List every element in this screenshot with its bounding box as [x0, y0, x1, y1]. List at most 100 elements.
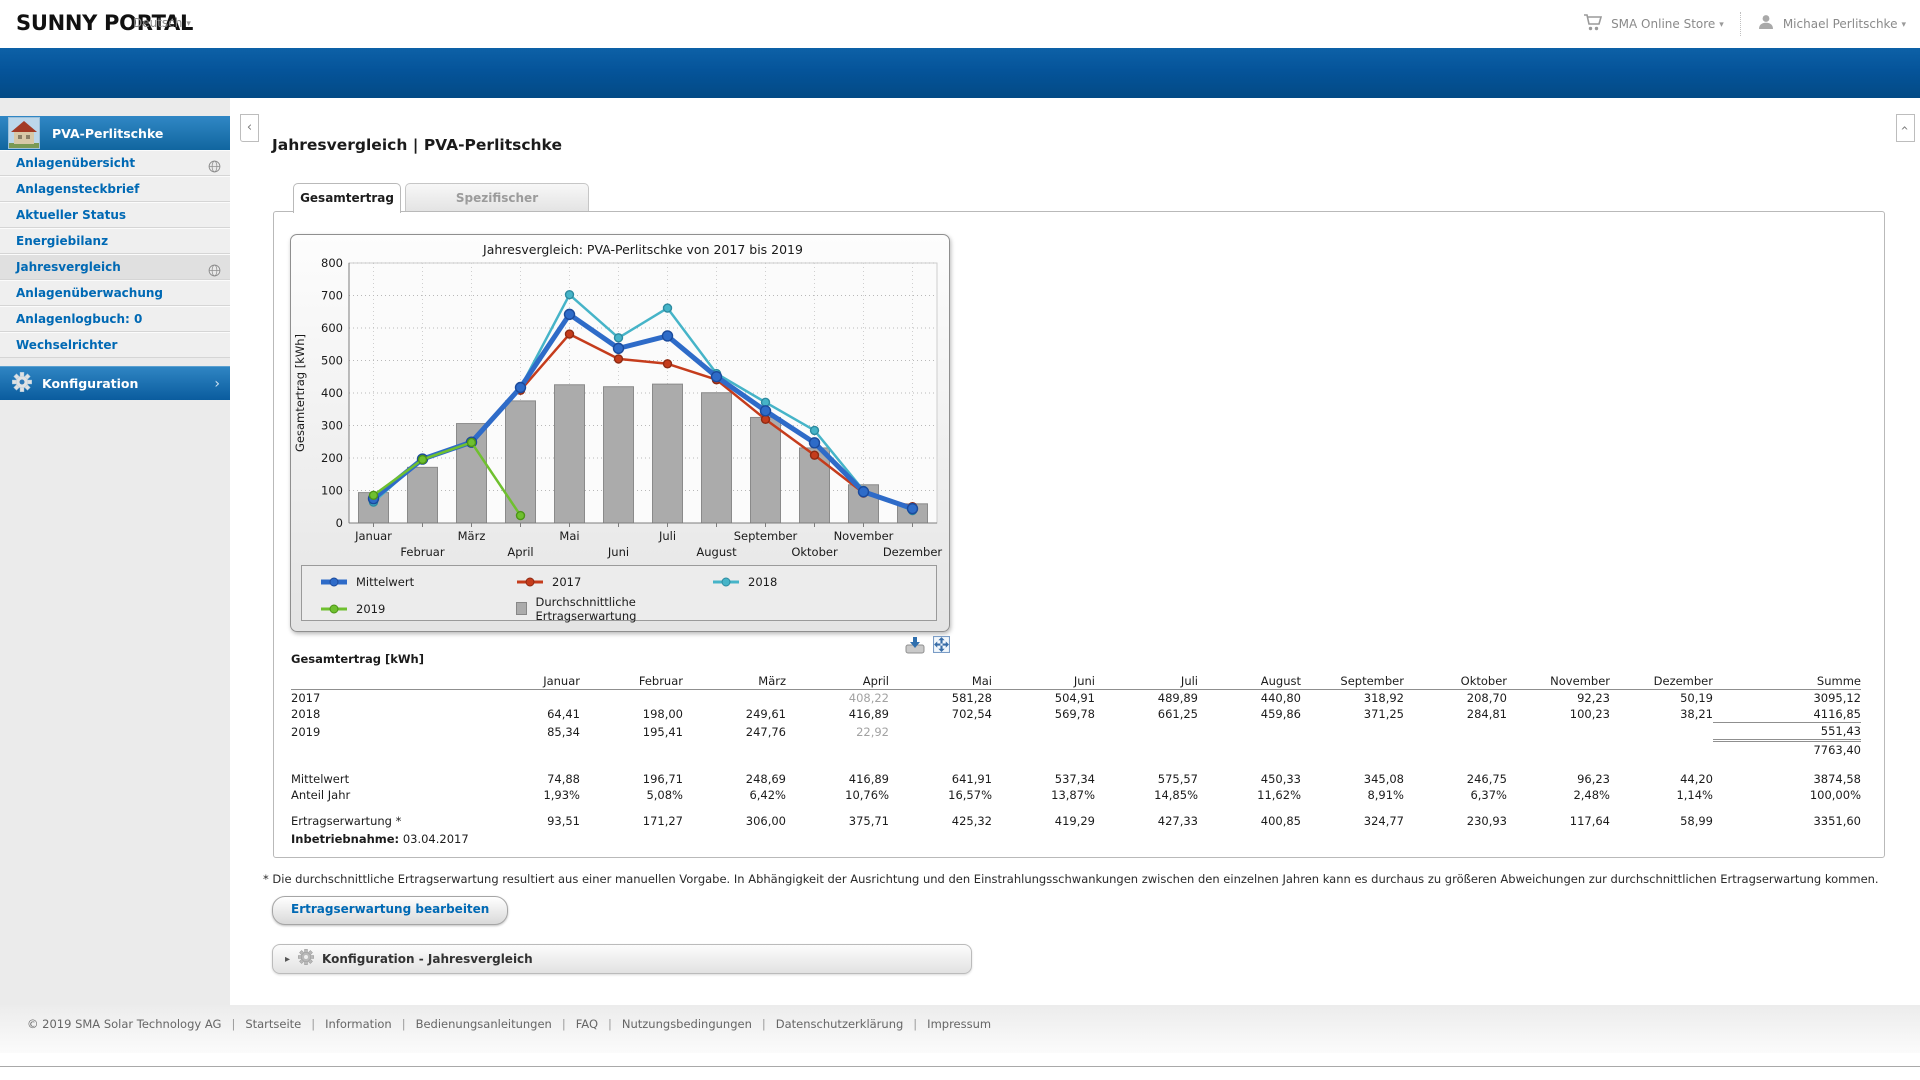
table-cell: 14,85%: [1095, 787, 1198, 803]
svg-text:April: April: [507, 545, 533, 559]
table-column-header: Februar: [580, 672, 683, 690]
svg-text:Februar: Februar: [400, 545, 444, 559]
svg-text:300: 300: [321, 419, 343, 433]
table-cell: 230,93: [1404, 813, 1507, 829]
table-cell: [580, 741, 683, 759]
table-cell: 7763,40: [1713, 741, 1861, 759]
table-cell: 425,32: [889, 813, 992, 829]
table-cell: [1404, 723, 1507, 741]
footer-separator: |: [311, 1017, 315, 1031]
sidebar-item-aktueller-status[interactable]: Aktueller Status: [0, 202, 230, 228]
footer-link-bedienungsanleitungen[interactable]: Bedienungsanleitungen: [416, 1017, 552, 1031]
tab-spezifischer-anlagenertrag[interactable]: Spezifischer Anlagenertrag: [405, 183, 589, 212]
top-bar-separator: [1740, 12, 1741, 36]
table-cell: 400,85: [1198, 813, 1301, 829]
table-cell: 306,00: [683, 813, 786, 829]
table-cell: 196,71: [580, 771, 683, 787]
table-cell: 100,00%: [1713, 787, 1861, 803]
legend-item-2019: 2019: [320, 600, 516, 618]
table-cell: [683, 741, 786, 759]
footer-separator: |: [402, 1017, 406, 1031]
sidebar-collapse-button[interactable]: ‹: [240, 114, 259, 142]
sidebar-item-energiebilanz[interactable]: Energiebilanz: [0, 228, 230, 254]
sidebar-item-label: Energiebilanz: [16, 234, 108, 248]
language-dropdown[interactable]: Deutsch▾: [133, 16, 191, 30]
sidebar-item-konfiguration[interactable]: Konfiguration ›: [0, 366, 230, 400]
sidebar-item-label: Wechselrichter: [16, 338, 117, 352]
table-row-mittelwert: Mittelwert74,88196,71248,69416,89641,915…: [291, 771, 1861, 787]
legend-item-2017: 2017: [516, 573, 712, 591]
table-cell: [1301, 723, 1404, 741]
footer-link-datenschutzerkl-rung[interactable]: Datenschutzerklärung: [776, 1017, 904, 1031]
table-cell: [1610, 741, 1713, 759]
svg-text:100: 100: [321, 484, 343, 498]
table-cell: 569,78: [992, 706, 1095, 723]
svg-text:Oktober: Oktober: [791, 545, 838, 559]
sidebar-plant-header[interactable]: PVA-Perlitschke: [0, 116, 230, 150]
table-cell: 440,80: [1198, 690, 1301, 707]
sidebar-item-jahresvergleich[interactable]: Jahresvergleich: [0, 254, 230, 280]
footer-separator: |: [562, 1017, 566, 1031]
footer-link-impressum[interactable]: Impressum: [927, 1017, 991, 1031]
sidebar-item-wechselrichter[interactable]: Wechselrichter: [0, 332, 230, 358]
table-cell: 371,25: [1301, 706, 1404, 723]
footer: © 2019 SMA Solar Technology AG|Startseit…: [0, 1005, 1920, 1053]
table-cell: 50,19: [1610, 690, 1713, 707]
table-cell: 3095,12: [1713, 690, 1861, 707]
footer-link-startseite[interactable]: Startseite: [245, 1017, 301, 1031]
table-cell: [477, 741, 580, 759]
store-dropdown[interactable]: SMA Online Store▾: [1611, 17, 1724, 31]
person-icon: [1757, 13, 1775, 35]
sidebar-item-anlagenlogbuch-0[interactable]: Anlagenlogbuch: 0: [0, 306, 230, 332]
sidebar-item-label: Anlagenlogbuch: 0: [16, 312, 142, 326]
table-column-header: August: [1198, 672, 1301, 690]
table-cell: 1,93%: [477, 787, 580, 803]
table-row-label: 2017: [291, 690, 477, 707]
user-dropdown[interactable]: Michael Perlitschke▾: [1783, 17, 1906, 31]
table-cell: 248,69: [683, 771, 786, 787]
footer-link-faq[interactable]: FAQ: [576, 1017, 598, 1031]
table-cell: [477, 690, 580, 707]
commissioning-value: 03.04.2017: [403, 832, 469, 846]
annual-comparison-chart: Jahresvergleich: PVA-Perlitschke von 201…: [290, 234, 950, 632]
table-cell: 38,21: [1610, 706, 1713, 723]
edit-yield-expectation-button[interactable]: Ertragserwartung bearbeiten: [272, 896, 508, 925]
table-cell: 195,41: [580, 723, 683, 741]
table-cell: 575,57: [1095, 771, 1198, 787]
configuration-panel-toggle[interactable]: ▸ Konfiguration - Jahresvergleich: [272, 944, 972, 974]
table-cell: 3351,60: [1713, 813, 1861, 829]
sidebar-item-label: Konfiguration: [42, 376, 138, 391]
table-row-2018: 201864,41198,00249,61416,89702,54569,786…: [291, 706, 1861, 723]
svg-text:Juni: Juni: [607, 545, 629, 559]
sidebar-item-anlagen-bersicht[interactable]: Anlagenübersicht: [0, 150, 230, 176]
chart-plot: Jahresvergleich: PVA-Perlitschke von 201…: [293, 239, 945, 565]
scroll-top-button[interactable]: ›: [1896, 114, 1915, 142]
sidebar-item-label: Aktueller Status: [16, 208, 126, 222]
table-cell: 117,64: [1507, 813, 1610, 829]
table-cell: [1610, 723, 1713, 741]
table-cell: 6,42%: [683, 787, 786, 803]
table-cell: 246,75: [1404, 771, 1507, 787]
svg-text:Gesamtertrag [kWh]: Gesamtertrag [kWh]: [293, 334, 307, 452]
table-cell: 459,86: [1198, 706, 1301, 723]
plant-name: PVA-Perlitschke: [52, 126, 163, 141]
table-cell: 74,88: [477, 771, 580, 787]
footer-link-nutzungsbedingungen[interactable]: Nutzungsbedingungen: [622, 1017, 752, 1031]
sidebar-item-anlagen-berwachung[interactable]: Anlagenüberwachung: [0, 280, 230, 306]
tab-gesamtertrag[interactable]: Gesamtertrag: [293, 183, 401, 213]
table-cell: 416,89: [786, 706, 889, 723]
svg-text:Dezember: Dezember: [883, 545, 943, 559]
svg-text:November: November: [834, 529, 894, 543]
footer-link-information[interactable]: Information: [325, 1017, 392, 1031]
table-column-header: Oktober: [1404, 672, 1507, 690]
table-cell: 92,23: [1507, 690, 1610, 707]
table-cell: 8,91%: [1301, 787, 1404, 803]
footnote: * Die durchschnittliche Ertragserwartung…: [263, 872, 1903, 886]
table-cell: 10,76%: [786, 787, 889, 803]
footer-separator: |: [762, 1017, 766, 1031]
language-label: Deutsch: [133, 16, 182, 30]
chart-legend: Mittelwert201720182019Durchschnittliche …: [301, 565, 937, 621]
sidebar-item-anlagensteckbrief[interactable]: Anlagensteckbrief: [0, 176, 230, 202]
table-cell: 324,77: [1301, 813, 1404, 829]
table-cell: 661,25: [1095, 706, 1198, 723]
